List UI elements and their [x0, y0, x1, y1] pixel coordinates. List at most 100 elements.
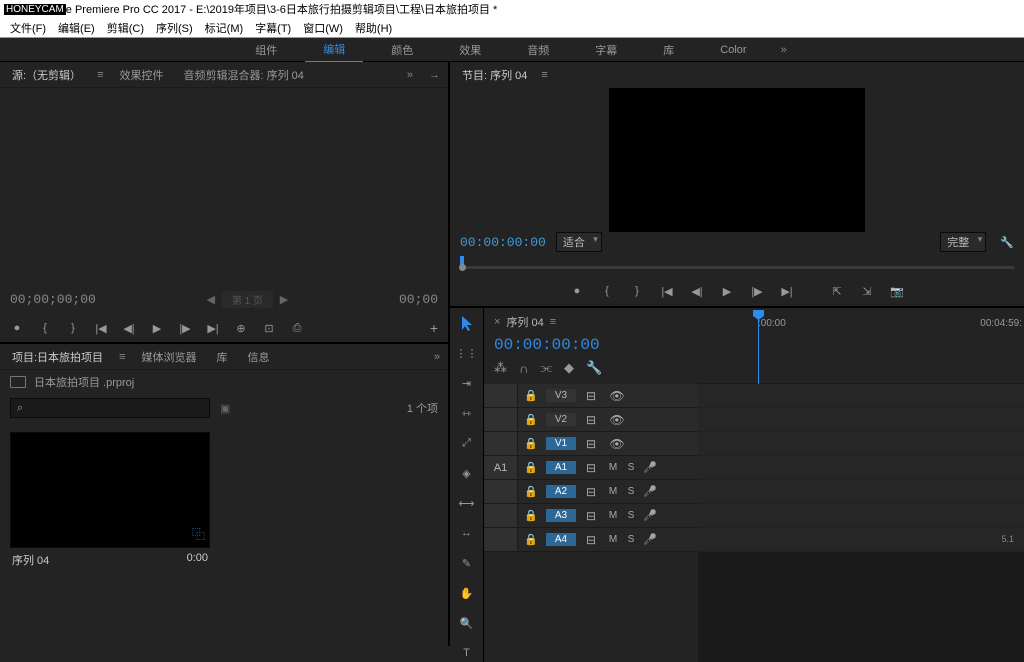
hand-tool-icon[interactable]: ✋ — [457, 584, 477, 602]
track-label-a2[interactable]: A2 — [546, 485, 576, 498]
source-timecode-left[interactable]: 00;00;00;00 — [10, 292, 96, 307]
filter-bin-icon[interactable]: ▣ — [220, 402, 230, 415]
solo-button[interactable]: S — [622, 534, 640, 545]
workspace-overflow-icon[interactable]: » — [781, 44, 787, 56]
track-header-v3[interactable]: 🔒 V3 ⊟ 👁 — [484, 384, 698, 408]
workspace-editing[interactable]: 编辑 — [305, 37, 363, 63]
sync-lock-icon[interactable]: ⊟ — [578, 461, 604, 475]
lock-icon[interactable]: 🔒 — [518, 533, 544, 546]
menu-file[interactable]: 文件(F) — [4, 18, 52, 38]
project-tabs-overflow-icon[interactable]: » — [434, 351, 440, 363]
timeline-timecode[interactable]: 00:00:00:00 — [494, 334, 688, 358]
prog-play-icon[interactable]: ▶ — [720, 284, 734, 298]
tab-source[interactable]: 源:（无剪辑） — [8, 63, 85, 87]
prog-step-fwd-icon[interactable]: |▶ — [750, 284, 764, 298]
track-header-v1[interactable]: 🔒 V1 ⊟ 👁 — [484, 432, 698, 456]
export-frame-icon[interactable]: ⎙ — [290, 321, 304, 335]
sequence-tab-close-icon[interactable]: × — [494, 316, 500, 328]
slide-tool-icon[interactable]: ↔ — [457, 524, 477, 542]
menu-clip[interactable]: 剪辑(C) — [101, 18, 150, 38]
sync-lock-icon[interactable]: ⊟ — [578, 509, 604, 523]
solo-button[interactable]: S — [622, 462, 640, 473]
source-tabs-arrow-icon[interactable]: → — [429, 69, 440, 81]
slip-tool-icon[interactable]: ⟷ — [457, 494, 477, 512]
snap-icon[interactable]: ⁂ — [494, 360, 507, 376]
fit-zoom-select[interactable]: 适合 — [556, 232, 602, 252]
tab-project[interactable]: 项目:日本旅拍项目 — [8, 345, 107, 369]
track-header-a3[interactable]: 🔒 A3 ⊟ M S 🎤 — [484, 504, 698, 528]
menu-subtitle[interactable]: 字幕(T) — [249, 18, 297, 38]
marker-icon[interactable]: ● — [10, 321, 24, 335]
markers-icon[interactable]: ◆ — [564, 360, 574, 376]
source-tabs-overflow-icon[interactable]: » — [407, 69, 413, 81]
timeline-tracks-area[interactable]: 5.1 — [698, 384, 1024, 662]
voice-over-icon[interactable]: 🎤 — [640, 485, 660, 498]
timeline-wrench-icon[interactable]: 🔧 — [586, 360, 602, 376]
track-header-a4[interactable]: 🔒 A4 ⊟ M S 🎤 — [484, 528, 698, 552]
scrub-handle-icon[interactable] — [459, 264, 466, 271]
track-label-v1[interactable]: V1 — [546, 437, 576, 450]
project-search-input[interactable] — [10, 398, 210, 418]
track-label-a1[interactable]: A1 — [546, 461, 576, 474]
prog-mark-in-icon[interactable]: { — [600, 284, 614, 298]
voice-over-icon[interactable]: 🎤 — [640, 461, 660, 474]
zoom-tool-icon[interactable]: 🔍 — [457, 614, 477, 632]
magnet-icon[interactable]: ∩ — [519, 361, 528, 376]
track-label-a3[interactable]: A3 — [546, 509, 576, 522]
ripple-edit-tool-icon[interactable]: ⇥ — [457, 374, 477, 392]
settings-wrench-icon[interactable]: 🔧 — [1000, 236, 1014, 249]
menu-marker[interactable]: 标记(M) — [199, 18, 250, 38]
lock-icon[interactable]: 🔒 — [518, 437, 544, 450]
sync-lock-icon[interactable]: ⊟ — [578, 413, 604, 427]
tab-audio-mixer[interactable]: 音频剪辑混合器: 序列 04 — [179, 63, 307, 87]
program-monitor-viewport[interactable] — [609, 88, 865, 232]
workspace-effects[interactable]: 效果 — [441, 38, 499, 62]
step-back-icon[interactable]: ◀| — [122, 321, 136, 335]
prog-step-back-icon[interactable]: ◀| — [690, 284, 704, 298]
tab-info[interactable]: 信息 — [243, 345, 273, 369]
tab-program-menu-icon[interactable]: ≡ — [541, 69, 547, 81]
track-label-v3[interactable]: V3 — [546, 389, 576, 402]
workspace-color[interactable]: 颜色 — [373, 38, 431, 62]
workspace-color2[interactable]: Color — [702, 40, 764, 60]
insert-icon[interactable]: ⊕ — [234, 321, 248, 335]
sync-lock-icon[interactable]: ⊟ — [578, 389, 604, 403]
selection-tool-icon[interactable] — [457, 314, 477, 332]
track-label-v2[interactable]: V2 — [546, 413, 576, 426]
toggle-output-icon[interactable]: 👁 — [604, 389, 630, 403]
clip-thumbnail[interactable]: ⿻ — [10, 432, 210, 548]
tab-libraries[interactable]: 库 — [212, 345, 231, 369]
lock-icon[interactable]: 🔒 — [518, 461, 544, 474]
workspace-audio[interactable]: 音频 — [509, 38, 567, 62]
mute-button[interactable]: M — [604, 510, 622, 521]
mute-button[interactable]: M — [604, 462, 622, 473]
voice-over-icon[interactable]: 🎤 — [640, 533, 660, 546]
menu-edit[interactable]: 编辑(E) — [52, 18, 101, 38]
toggle-output-icon[interactable]: 👁 — [604, 437, 630, 451]
track-header-a2[interactable]: 🔒 A2 ⊟ M S 🎤 — [484, 480, 698, 504]
menu-help[interactable]: 帮助(H) — [349, 18, 398, 38]
prog-go-in-icon[interactable]: |◀ — [660, 284, 674, 298]
toggle-output-icon[interactable]: 👁 — [604, 413, 630, 427]
track-select-tool-icon[interactable]: ⋮⋮ — [457, 344, 477, 362]
lock-icon[interactable]: 🔒 — [518, 509, 544, 522]
mark-out-icon[interactable]: } — [66, 321, 80, 335]
tab-media-browser[interactable]: 媒体浏览器 — [137, 345, 200, 369]
sync-lock-icon[interactable]: ⊟ — [578, 437, 604, 451]
tab-source-menu-icon[interactable]: ≡ — [97, 69, 103, 81]
program-scrub-bar[interactable] — [450, 252, 1024, 276]
voice-over-icon[interactable]: 🎤 — [640, 509, 660, 522]
solo-button[interactable]: S — [622, 510, 640, 521]
tab-effect-controls[interactable]: 效果控件 — [115, 63, 167, 87]
prog-go-out-icon[interactable]: ▶| — [780, 284, 794, 298]
prog-marker-icon[interactable]: ● — [570, 284, 584, 298]
program-timecode[interactable]: 00:00:00:00 — [460, 235, 546, 250]
timeline-ruler[interactable]: :00:00 00:04:59: — [698, 308, 1024, 384]
mute-button[interactable]: M — [604, 534, 622, 545]
menu-sequence[interactable]: 序列(S) — [150, 18, 199, 38]
source-next-page-icon[interactable]: ▶ — [277, 293, 291, 306]
lock-icon[interactable]: 🔒 — [518, 389, 544, 402]
workspace-assembly[interactable]: 组件 — [237, 38, 295, 62]
source-timecode-right[interactable]: 00;00 — [399, 292, 438, 307]
sequence-tab-name[interactable]: 序列 04 — [506, 314, 543, 330]
